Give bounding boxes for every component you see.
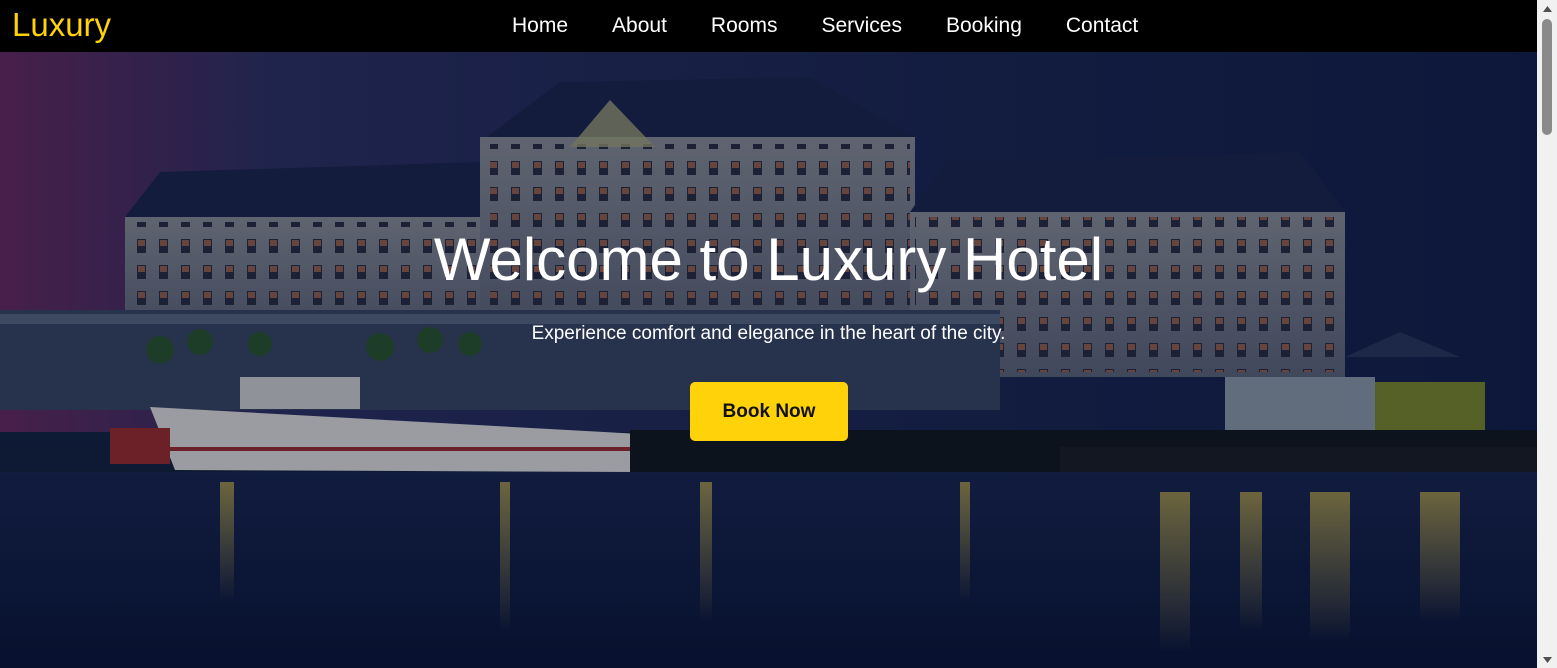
nav-link-contact[interactable]: Contact: [1044, 1, 1160, 51]
nav-links: Home About Rooms Services Booking Contac…: [490, 0, 1160, 52]
navbar: Luxury Home About Rooms Services Booking…: [0, 0, 1537, 52]
page: Luxury Home About Rooms Services Booking…: [0, 0, 1557, 668]
book-now-button[interactable]: Book Now: [690, 382, 848, 441]
nav-link-about[interactable]: About: [590, 1, 689, 51]
triangle-down-icon[interactable]: [1537, 651, 1557, 668]
nav-link-home[interactable]: Home: [490, 1, 590, 51]
triangle-up-icon[interactable]: [1537, 0, 1557, 17]
nav-link-rooms[interactable]: Rooms: [689, 1, 800, 51]
hero-content: Welcome to Luxury Hotel Experience comfo…: [0, 52, 1537, 668]
hero-subtitle: Experience comfort and elegance in the h…: [531, 323, 1006, 344]
hero-section: Welcome to Luxury Hotel Experience comfo…: [0, 52, 1537, 668]
nav-link-services[interactable]: Services: [799, 1, 924, 51]
scrollbar-thumb[interactable]: [1542, 19, 1552, 135]
vertical-scrollbar[interactable]: [1537, 0, 1557, 668]
hero-title: Welcome to Luxury Hotel: [433, 226, 1104, 293]
brand-logo[interactable]: Luxury: [12, 6, 111, 44]
nav-link-booking[interactable]: Booking: [924, 1, 1044, 51]
